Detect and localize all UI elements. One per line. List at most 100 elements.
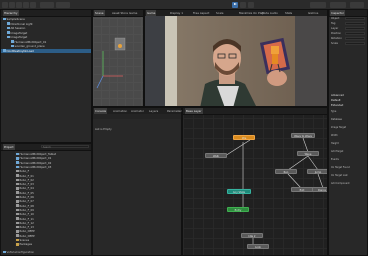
hierarchy-item-label: Directional Light [10, 21, 33, 26]
scale-tool-button[interactable] [23, 1, 29, 8]
inspector-field[interactable] [345, 37, 365, 41]
hierarchy-item[interactable]: AR Session [1, 26, 91, 30]
animator-state-node[interactable]: Entry [227, 207, 249, 212]
config-icon [3, 250, 6, 254]
gameobject-icon [3, 17, 6, 21]
inspector-field[interactable] [345, 27, 365, 31]
project-footer-path: VuforiaConfiguration [3, 250, 91, 254]
parameters-header [93, 114, 181, 119]
hierarchy-item[interactable]: ImageTarget [1, 35, 91, 39]
hierarchy-list: SampleScene Directional Light AR Session Im… [1, 17, 91, 77]
account-button[interactable] [350, 1, 364, 8]
gameobject-icon [3, 49, 6, 52]
folder-icon [16, 243, 19, 246]
hierarchy-item-label: AR Session [10, 26, 26, 30]
animator-state-node[interactable]: Idle 2 [241, 233, 263, 238]
inspector-detail-label: Add Component [331, 182, 350, 185]
animator-state-node[interactable]: Dance [311, 187, 327, 192]
inspector-section-header[interactable]: Extended [331, 104, 343, 107]
animator-state-node[interactable]: Any State [227, 189, 251, 194]
animator-state-node[interactable]: Wave [297, 151, 319, 156]
inspector-field[interactable] [345, 22, 365, 26]
inspector-field[interactable] [345, 42, 365, 46]
step-button[interactable] [248, 1, 254, 8]
file-icon [16, 182, 19, 186]
inspector-detail-label: Type [331, 110, 337, 113]
inspector-row-label: Scale [331, 42, 338, 45]
inspector-detail-label: Events [331, 158, 339, 161]
layout-dropdown[interactable] [330, 1, 346, 8]
hierarchy-item[interactable]: wooden_ground_plane [1, 44, 91, 48]
file-icon [16, 204, 19, 207]
inspector-panel: Inspector Object Tag Layer Position Rotation… [328, 9, 368, 256]
folder-icon [16, 238, 19, 242]
animator-state-node[interactable]: Look [247, 244, 269, 249]
animator-state-node[interactable]: Run [275, 169, 297, 174]
pivot-toggle[interactable] [40, 1, 54, 8]
hierarchy-item-label: SampleScene [6, 17, 25, 21]
scene-gizmo [96, 37, 126, 89]
project-item-label: Packages [19, 242, 33, 247]
file-icon [16, 230, 19, 233]
camera-feed-image [145, 16, 327, 106]
play-button[interactable] [232, 1, 238, 8]
file-icon [16, 195, 19, 199]
file-icon [16, 217, 19, 220]
layers-dropdown[interactable] [310, 1, 326, 8]
hierarchy-item-label: HumanoidBotObject_01 [14, 39, 47, 44]
file-icon [16, 187, 19, 190]
inspector-field[interactable] [345, 32, 365, 36]
hierarchy-item-label: ImageTarget [10, 30, 28, 35]
animator-state-node[interactable]: Walk [205, 153, 227, 158]
hierarchy-item[interactable]: ImageTarget [1, 31, 91, 35]
project-item[interactable]: Packages [15, 242, 91, 246]
cube-icon [16, 157, 19, 160]
local-toggle[interactable] [56, 1, 70, 8]
console-empty-text: List is Empty [95, 128, 112, 131]
file-icon [16, 234, 19, 237]
tab-hierarchy[interactable]: Hierarchy [3, 10, 19, 16]
gameobject-icon [7, 26, 10, 30]
cube-icon [16, 152, 19, 156]
file-icon [16, 169, 19, 173]
game-view[interactable]: Game Display 1 Free Aspect Scale Maximize On… [144, 9, 328, 107]
hierarchy-item-label: ImageTarget [10, 35, 28, 39]
move-tool-button[interactable] [9, 1, 15, 8]
rotate-tool-button[interactable] [16, 1, 22, 8]
gameobject-icon [7, 35, 10, 39]
gameobject-icon [11, 40, 14, 43]
hierarchy-item[interactable]: Directional Light [1, 22, 91, 26]
file-icon [16, 212, 19, 216]
hierarchy-item-label: DontDestroyOnLoad [6, 48, 34, 53]
inspector-tabbar: Inspector [329, 10, 367, 17]
hierarchy-item[interactable]: HumanoidBotObject_01 [1, 40, 91, 44]
rect-tool-button[interactable] [30, 1, 36, 8]
hierarchy-item[interactable]: SampleScene [1, 17, 91, 21]
inspector-row-label: Position [331, 32, 342, 35]
inspector-section-header[interactable]: Advanced [331, 94, 344, 97]
animator-state-node[interactable]: Wave to Wave [291, 133, 315, 138]
animator-state-node[interactable]: Idle [233, 135, 255, 140]
gameobject-icon [7, 31, 10, 34]
inspector-section-header[interactable]: Default [331, 99, 340, 102]
scene-view[interactable]: Scene Asset Store Game [92, 9, 144, 107]
project-search-input[interactable]: Search [41, 145, 89, 149]
inspector-row-label: Tag [331, 22, 336, 25]
hand-tool-button[interactable] [2, 1, 8, 8]
animator-graph[interactable]: Base Layer Idle Walk Any State Entry Wave to… [182, 107, 328, 256]
tab-project[interactable]: Project [3, 144, 15, 150]
inspector-field[interactable] [345, 17, 365, 21]
pause-button[interactable] [240, 1, 246, 8]
inspector-detail-label: Height [331, 142, 339, 145]
cube-icon [16, 161, 19, 164]
animator-state-node[interactable]: Exit [291, 187, 313, 192]
file-icon [16, 174, 19, 177]
project-folder-tree[interactable] [1, 151, 15, 251]
tab-inspector[interactable]: Inspector [330, 10, 346, 16]
animator-state-node[interactable]: Jump [307, 169, 327, 174]
inspector-detail-label: Database [331, 118, 342, 121]
inspector-row-label: Rotation [331, 37, 342, 40]
hierarchy-panel: Hierarchy SampleScene Directional Light AR… [0, 9, 92, 143]
cube-icon [16, 165, 19, 169]
hierarchy-item[interactable]: DontDestroyOnLoad [1, 48, 91, 53]
